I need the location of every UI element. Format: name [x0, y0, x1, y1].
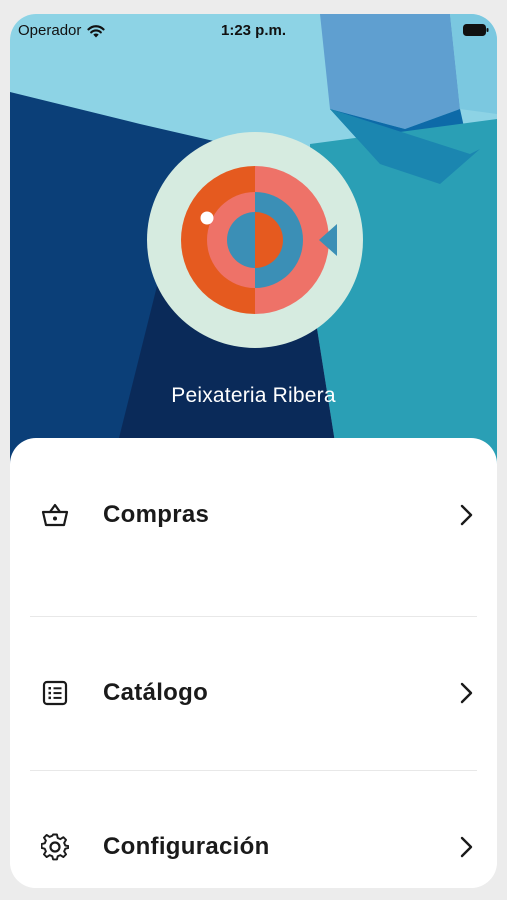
battery-icon [463, 24, 489, 36]
store-logo [147, 132, 363, 348]
clock: 1:23 p.m. [220, 22, 287, 39]
menu-item-catalogo[interactable]: Catálogo [10, 616, 497, 770]
chevron-right-icon [460, 836, 473, 858]
menu-item-label: Catálogo [103, 679, 209, 706]
status-bar: Operador 1:23 p.m. [10, 14, 497, 48]
basket-icon [40, 500, 70, 530]
chevron-right-icon [460, 682, 473, 704]
menu-item-compras[interactable]: Compras [10, 438, 497, 592]
menu-list: Compras Catálogo Configuración [10, 438, 497, 888]
app-screen: Operador 1:23 p.m. Peixateria Ribera Com… [10, 14, 497, 888]
gear-icon [40, 832, 70, 862]
menu-item-configuracion[interactable]: Configuración [10, 770, 497, 888]
menu-item-label: Configuración [103, 833, 270, 860]
menu-item-label: Compras [103, 501, 210, 528]
list-icon [40, 678, 70, 708]
store-name: Peixateria Ribera [171, 384, 336, 407]
chevron-right-icon [460, 504, 473, 526]
hero-header: Operador 1:23 p.m. Peixateria Ribera [10, 14, 497, 474]
